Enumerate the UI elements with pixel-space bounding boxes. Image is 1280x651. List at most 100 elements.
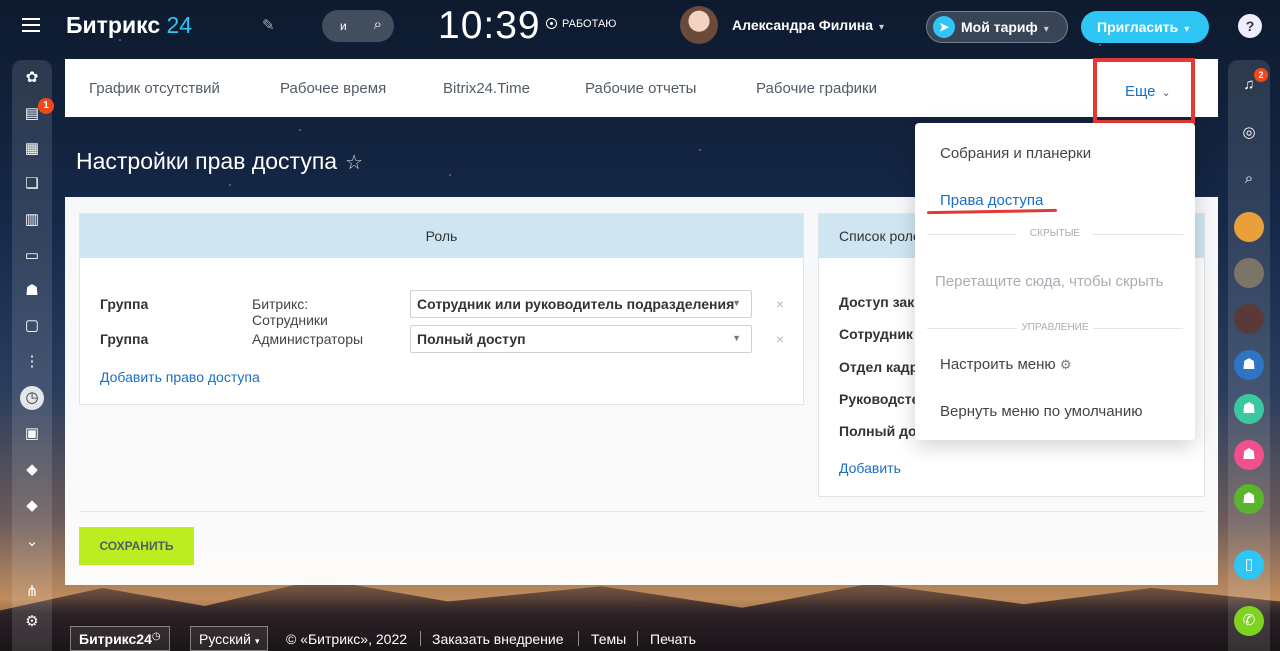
clock[interactable]: 10:39 [438,4,541,48]
language-select[interactable]: Русский ▾ [190,626,269,651]
star-icon[interactable]: ☆ [345,152,363,174]
activity-icon[interactable]: ✿ [20,66,44,90]
box-icon[interactable]: ◆ [20,458,44,482]
search-input[interactable]: и ⌕ [322,10,394,42]
footer-copyright: © «Битрикс», 2022 [286,631,408,647]
menu-item-meetings[interactable]: Собрания и планерки [940,145,1091,162]
nav-item-bitrix-time[interactable]: Bitrix24.Time [443,80,530,97]
group-chat-icon-4[interactable]: ☗ [1234,484,1264,514]
chevron-down-icon: ▼ [732,298,741,308]
divider [79,511,1205,512]
clock-icon: ◷ [151,631,161,642]
pencil-icon[interactable]: ✎ [262,16,275,34]
phone-icon[interactable]: ✆ [1234,606,1264,636]
list-item[interactable]: Отдел кадр [839,359,918,375]
close-icon[interactable]: × [776,296,784,312]
footer-themes-link[interactable]: Темы [591,631,626,647]
group-icon[interactable]: ☗ [20,279,44,303]
rocket-icon: ➤ [933,16,955,38]
tariff-button[interactable]: ➤ Мой тариф ▾ [926,11,1068,43]
logo-text: Битрикс [66,12,161,38]
chevron-down-icon[interactable]: ⌄ [20,530,44,554]
page-title-text: Настройки прав доступа [76,148,338,174]
group-chat-icon-2[interactable]: ☗ [1234,394,1264,424]
menu-item-access-rights[interactable]: Права доступа [940,192,1043,209]
list-item[interactable]: Доступ закр [839,294,923,310]
mobile-icon[interactable]: ▯ [1234,550,1264,580]
nav-item-work-schedules[interactable]: Рабочие графики [756,80,877,97]
close-icon[interactable]: × [776,331,784,347]
nav-item-work-reports[interactable]: Рабочие отчеты [585,80,696,97]
invite-button[interactable]: Пригласить ▾ [1081,11,1209,43]
footer-order-link[interactable]: Заказать внедрение [432,631,564,647]
contact-avatar-2[interactable] [1234,258,1264,288]
add-role-link[interactable]: Добавить [839,460,901,476]
status-label: РАБОТАЮ [562,18,617,30]
search-icon[interactable]: ⌕ [374,16,382,33]
highlight-underline [926,208,1058,215]
list-item[interactable]: Руководсте [839,391,919,407]
logo[interactable]: Битрикс 24 [66,12,192,39]
contact-avatar-1[interactable] [1234,212,1264,242]
sliders-icon[interactable]: ⋮ [20,350,44,374]
nav-more-label: Еще [1125,83,1156,100]
menu-configure-label: Настроить меню [940,356,1056,373]
gear-icon: ⚙ [1059,357,1072,372]
avatar[interactable] [680,6,718,44]
more-dropdown-menu: Собрания и планерки Права доступа СКРЫТЫ… [915,123,1195,440]
user-menu[interactable]: Александра Филина ▾ [732,17,884,33]
menu-item-reset[interactable]: Вернуть меню по умолчанию [940,403,1142,420]
window-icon[interactable]: ▢ [20,314,44,338]
contact-card-icon[interactable]: ▣ [20,422,44,446]
right-sidebar: ♫ 2 ◎ ⌕ ☗ ☗ ☗ ☗ ▯ ✆ [1228,60,1270,651]
document-icon[interactable]: ▥ [20,208,44,232]
menu-separator-hidden: СКРЫТЫЕ [927,228,1183,239]
role-row-label: Группа [100,296,149,312]
box-icon-2[interactable]: ◆ [20,494,44,518]
group-chat-icon-3[interactable]: ☗ [1234,440,1264,470]
gear-icon[interactable]: ⚙ [20,610,44,634]
status-dot-icon [546,18,557,29]
role-select[interactable]: Полный доступ ▼ [410,325,752,353]
nav-more[interactable]: Еще ⌄ [1125,83,1171,100]
add-access-right-link[interactable]: Добавить право доступа [100,369,260,385]
chat-icon[interactable]: ❏ [20,172,44,196]
feed-badge: 1 [38,98,54,114]
roles-header: Роль [80,214,803,258]
search-icon[interactable]: ⌕ [1234,164,1264,194]
role-select-value: Полный доступ [417,331,526,347]
logo-number: 24 [166,12,193,38]
chat-bubble-icon[interactable]: ◎ [1234,118,1264,148]
role-row-label: Группа [100,331,149,347]
chevron-down-icon: ▾ [879,22,885,33]
list-item[interactable]: Полный до [839,423,917,439]
menu-separator-manage: УПРАВЛЕНИЕ [927,322,1183,333]
list-item[interactable]: Сотрудник [839,326,913,342]
menu-drop-hint: Перетащите сюда, чтобы скрыть [935,273,1164,290]
nav-item-work-time[interactable]: Рабочее время [280,80,386,97]
footer-separator [420,631,421,646]
role-select-value: Сотрудник или руководитель подразделения [417,296,735,312]
help-icon[interactable]: ? [1238,14,1262,38]
group-chat-icon[interactable]: ☗ [1234,350,1264,380]
nav-item-absence[interactable]: График отсутствий [89,80,220,97]
role-select[interactable]: Сотрудник или руководитель подразделения… [410,290,752,318]
calendar-icon[interactable]: ▦ [20,137,44,161]
menu-item-configure[interactable]: Настроить меню ⚙ [940,356,1071,373]
clock-icon[interactable]: ◷ [20,386,44,410]
footer-brand[interactable]: Битрикс24◷ [70,626,170,651]
page-title: Настройки прав доступа ☆ [76,148,363,175]
roles-table: Роль Группа Битрикс: Сотрудники Сотрудни… [79,213,804,405]
nav-more-button[interactable]: Еще ⌄ [1093,58,1195,124]
chevron-down-icon: ⌄ [1161,87,1171,99]
drive-icon[interactable]: ▭ [20,244,44,268]
sitemap-icon[interactable]: ⋔ [20,580,44,604]
tariff-label: Мой тариф [961,19,1038,35]
menu-burger-icon[interactable] [22,18,40,32]
chevron-down-icon: ▾ [1043,24,1049,35]
contact-avatar-3[interactable] [1234,304,1264,334]
language-label: Русский [199,631,251,647]
save-button[interactable]: СОХРАНИТЬ [79,527,194,565]
work-status[interactable]: РАБОТАЮ [546,18,616,30]
footer-print-link[interactable]: Печать [650,631,696,647]
